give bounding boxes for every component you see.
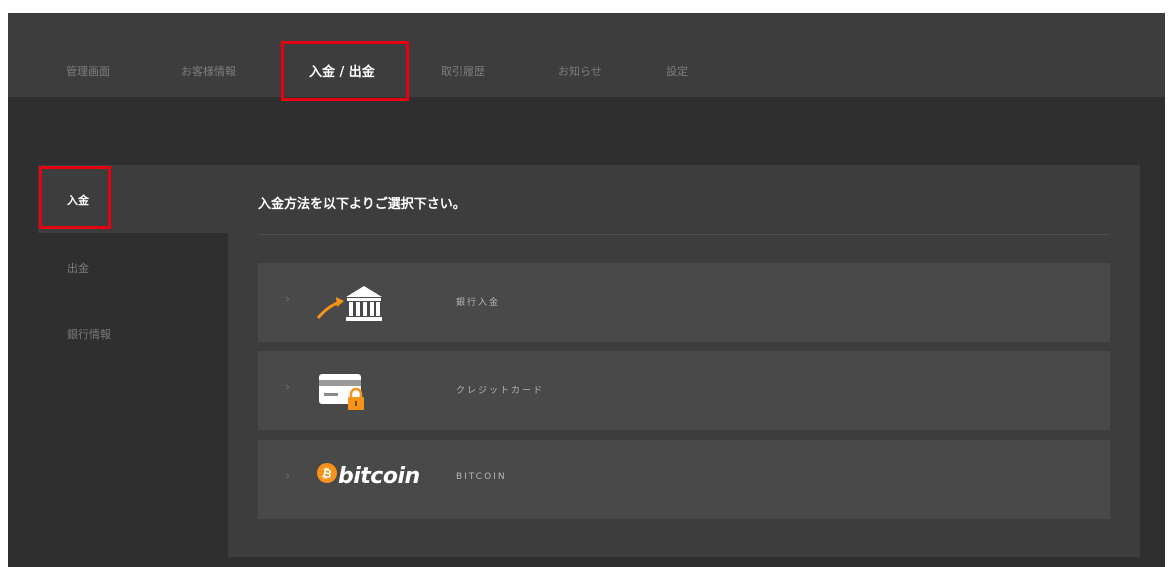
- sidebar-item-withdraw[interactable]: 出金: [67, 260, 89, 276]
- bank-icon: [316, 280, 386, 330]
- nav-item-customer-info[interactable]: お客様情報: [181, 63, 236, 79]
- divider: [258, 234, 1110, 235]
- bitcoin-icon: ₿: [316, 462, 338, 488]
- page-heading: 入金方法を以下よりご選択下さい。: [258, 197, 466, 212]
- chevron-right-icon: ›: [285, 292, 291, 307]
- option-label: クレジットカード: [456, 386, 545, 396]
- option-label: BITCOIN: [456, 472, 507, 482]
- top-nav: 管理画面 お客様情報 入金 / 出金 取引履歴 お知らせ 設定: [8, 13, 1165, 97]
- content-panel: 入金方法を以下よりご選択下さい。 › 銀行入金 › クレジットカード › ₿ b…: [228, 165, 1140, 557]
- chevron-right-icon: ›: [285, 469, 291, 484]
- sidebar-item-bank-info[interactable]: 銀行情報: [67, 326, 111, 342]
- credit-card-lock-icon: [316, 368, 386, 418]
- nav-item-history[interactable]: 取引履歴: [441, 63, 485, 79]
- option-credit-card[interactable]: › クレジットカード: [258, 351, 1110, 430]
- app-window: 管理画面 お客様情報 入金 / 出金 取引履歴 お知らせ 設定 入金 出金 銀行…: [8, 13, 1165, 567]
- nav-item-settings[interactable]: 設定: [666, 63, 688, 79]
- option-label: 銀行入金: [456, 298, 501, 308]
- tab-highlight-box: [281, 41, 409, 101]
- chevron-right-icon: ›: [285, 380, 291, 395]
- option-bitcoin[interactable]: › ₿ bitcoin BITCOIN: [258, 440, 1110, 519]
- bitcoin-logo-text: bitcoin: [338, 464, 420, 489]
- nav-item-notices[interactable]: お知らせ: [558, 63, 602, 79]
- nav-item-dashboard[interactable]: 管理画面: [66, 63, 110, 79]
- sidebar-highlight-box: [39, 166, 111, 229]
- option-bank-deposit[interactable]: › 銀行入金: [258, 263, 1110, 342]
